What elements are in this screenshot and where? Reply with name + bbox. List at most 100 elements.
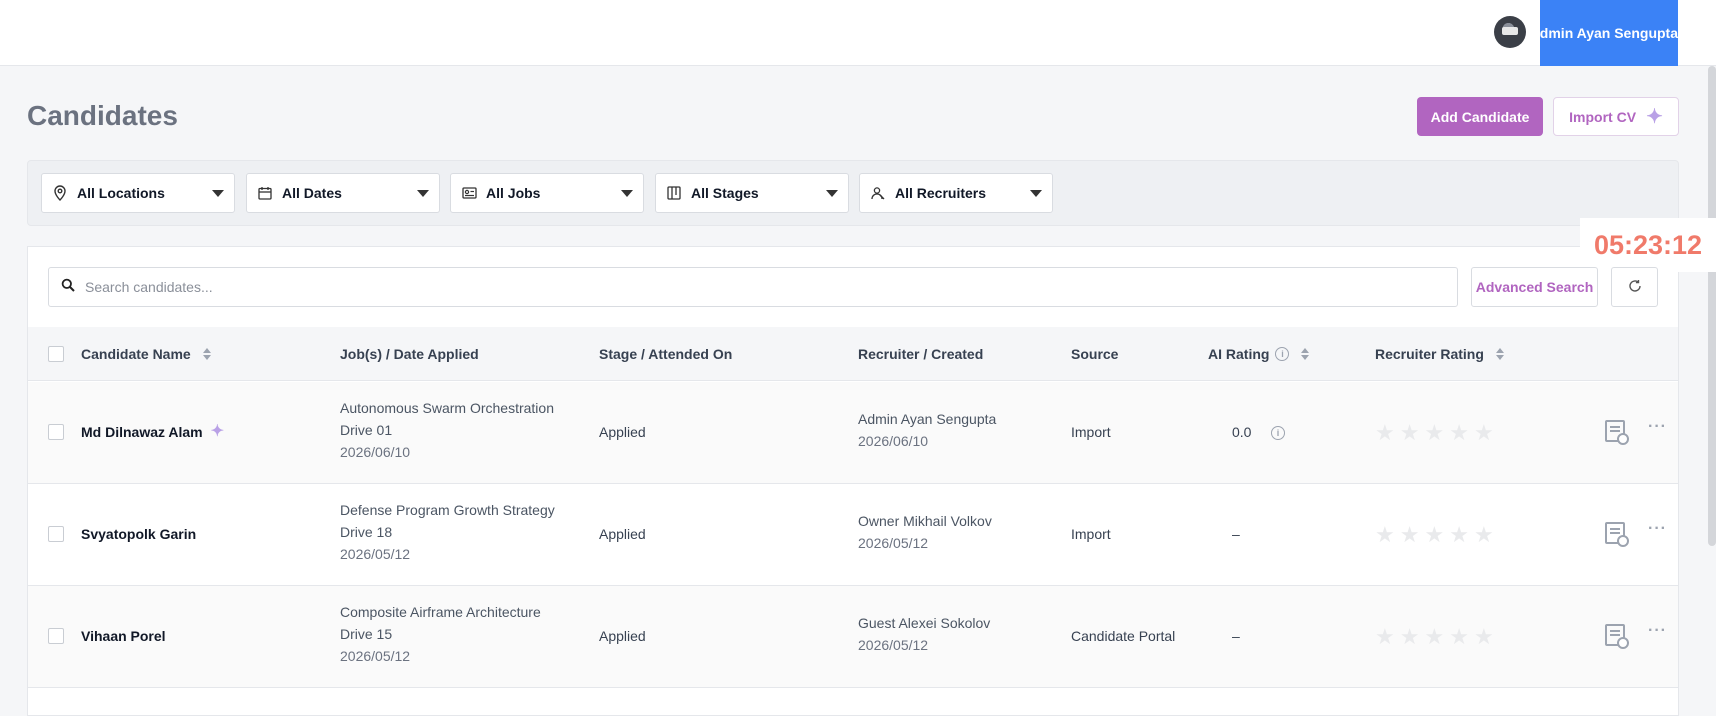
recruiter-cell: Owner Mikhail Volkov 2026/05/12 xyxy=(858,510,992,554)
calendar-icon xyxy=(257,185,273,201)
star-icon[interactable]: ★ xyxy=(1449,524,1469,546)
recruiter-filter[interactable]: All Recruiters xyxy=(859,173,1053,213)
recruiter-icon xyxy=(870,185,886,201)
more-options-icon[interactable]: ··· xyxy=(1648,622,1667,640)
sort-icon[interactable] xyxy=(1301,348,1310,360)
view-cv-icon[interactable] xyxy=(1605,624,1629,649)
date-filter-label: All Dates xyxy=(282,185,342,201)
header-recruiter-rating[interactable]: Recruiter Rating xyxy=(1375,346,1504,362)
location-pin-icon xyxy=(52,185,68,201)
chevron-down-icon xyxy=(621,190,633,197)
search-icon xyxy=(61,278,75,297)
row-checkbox[interactable] xyxy=(48,526,64,542)
kanban-icon xyxy=(666,185,682,201)
refresh-button[interactable] xyxy=(1611,267,1658,307)
user-avatar[interactable] xyxy=(1494,16,1526,48)
star-icon[interactable]: ★ xyxy=(1400,524,1420,546)
header-source: Source xyxy=(1071,346,1119,362)
sparkle-icon: ✦ xyxy=(1646,105,1663,128)
job-title: Autonomous Swarm Orchestration xyxy=(340,400,554,416)
stage-cell: Applied xyxy=(599,628,646,644)
created-date: 2026/05/12 xyxy=(858,637,929,653)
recruiter-rating-stars[interactable]: ★ ★ ★ ★ ★ xyxy=(1375,524,1494,546)
star-icon[interactable]: ★ xyxy=(1474,422,1494,444)
source-cell: Import xyxy=(1071,526,1111,542)
job-title: Defense Program Growth Strategy xyxy=(340,502,555,518)
star-icon[interactable]: ★ xyxy=(1375,422,1395,444)
select-all-checkbox[interactable] xyxy=(48,346,64,362)
search-input[interactable] xyxy=(85,279,1445,295)
chevron-down-icon xyxy=(1030,190,1042,197)
refresh-icon xyxy=(1628,277,1642,298)
more-options-icon[interactable]: ··· xyxy=(1648,418,1667,436)
star-icon[interactable]: ★ xyxy=(1474,524,1494,546)
ai-rating-value: – xyxy=(1232,628,1240,644)
search-box[interactable] xyxy=(48,267,1458,307)
view-cv-icon[interactable] xyxy=(1605,522,1629,547)
star-icon[interactable]: ★ xyxy=(1400,422,1420,444)
import-cv-label: Import CV xyxy=(1569,108,1637,125)
import-cv-button[interactable]: Import CV ✦ xyxy=(1553,97,1679,136)
view-cv-icon[interactable] xyxy=(1605,420,1629,445)
stage-cell: Applied xyxy=(599,424,646,440)
source-cell: Candidate Portal xyxy=(1071,628,1176,644)
star-icon[interactable]: ★ xyxy=(1474,626,1494,648)
sparkle-icon: ✦ xyxy=(210,423,225,440)
recruiter-cell: Admin Ayan Sengupta 2026/06/10 xyxy=(858,408,996,452)
source-cell: Import xyxy=(1071,424,1111,440)
star-icon[interactable]: ★ xyxy=(1400,626,1420,648)
star-icon[interactable]: ★ xyxy=(1375,626,1395,648)
add-candidate-button[interactable]: Add Candidate xyxy=(1417,97,1543,136)
table-row[interactable]: Vihaan Porel Composite Airframe Architec… xyxy=(28,586,1678,688)
recruiter-rating-stars[interactable]: ★ ★ ★ ★ ★ xyxy=(1375,422,1494,444)
candidate-name[interactable]: Vihaan Porel xyxy=(81,628,166,644)
info-icon[interactable]: i xyxy=(1275,347,1290,361)
date-filter[interactable]: All Dates xyxy=(246,173,440,213)
star-icon[interactable]: ★ xyxy=(1449,626,1469,648)
info-icon[interactable]: i xyxy=(1271,426,1285,440)
header-ai-rating[interactable]: AI Rating i xyxy=(1208,346,1310,362)
star-icon[interactable]: ★ xyxy=(1375,524,1395,546)
page-scrollbar[interactable] xyxy=(1708,66,1716,546)
job-cell: Defense Program Growth Strategy Drive 18… xyxy=(340,499,555,565)
chevron-down-icon xyxy=(417,190,429,197)
more-options-icon[interactable]: ··· xyxy=(1648,520,1667,538)
job-cell: Autonomous Swarm Orchestration Drive 01 … xyxy=(340,397,554,463)
star-icon[interactable]: ★ xyxy=(1424,524,1444,546)
stage-filter[interactable]: All Stages xyxy=(655,173,849,213)
job-filter-label: All Jobs xyxy=(486,185,541,201)
job-drive: Drive 18 xyxy=(340,524,393,540)
job-cell: Composite Airframe Architecture Drive 15… xyxy=(340,601,541,667)
star-icon[interactable]: ★ xyxy=(1449,422,1469,444)
stage-filter-label: All Stages xyxy=(691,185,759,201)
star-icon[interactable]: ★ xyxy=(1424,422,1444,444)
job-title: Composite Airframe Architecture xyxy=(340,604,541,620)
star-icon[interactable]: ★ xyxy=(1424,626,1444,648)
sort-icon[interactable] xyxy=(1495,348,1504,360)
created-date: 2026/05/12 xyxy=(858,535,929,551)
id-card-icon xyxy=(461,185,477,201)
page-title: Candidates xyxy=(27,100,178,131)
table-row[interactable]: Svyatopolk Garin Defense Program Growth … xyxy=(28,484,1678,586)
job-drive: Drive 01 xyxy=(340,422,393,438)
sort-icon[interactable] xyxy=(202,348,211,360)
applied-date: 2026/05/12 xyxy=(340,546,411,562)
candidate-name-text: Md Dilnawaz Alam xyxy=(81,424,203,440)
table-row[interactable]: Md Dilnawaz Alam ✦ Autonomous Swarm Orch… xyxy=(28,382,1678,484)
candidate-name[interactable]: Svyatopolk Garin xyxy=(81,526,196,542)
row-checkbox[interactable] xyxy=(48,628,64,644)
session-timer: 05:23:12 xyxy=(1580,218,1716,272)
advanced-search-button[interactable]: Advanced Search xyxy=(1471,267,1598,307)
location-filter[interactable]: All Locations xyxy=(41,173,235,213)
recruiter-rating-stars[interactable]: ★ ★ ★ ★ ★ xyxy=(1375,626,1494,648)
location-filter-label: All Locations xyxy=(77,185,165,201)
chevron-down-icon xyxy=(826,190,838,197)
row-checkbox[interactable] xyxy=(48,424,64,440)
top-bar: Admin Ayan Sengupta xyxy=(0,0,1716,66)
header-candidate-name-label: Candidate Name xyxy=(81,346,191,362)
user-menu-button[interactable]: Admin Ayan Sengupta xyxy=(1540,0,1678,66)
applied-date: 2026/05/12 xyxy=(340,648,411,664)
header-candidate-name[interactable]: Candidate Name xyxy=(81,346,211,362)
job-filter[interactable]: All Jobs xyxy=(450,173,644,213)
candidate-name[interactable]: Md Dilnawaz Alam ✦ xyxy=(81,423,225,441)
